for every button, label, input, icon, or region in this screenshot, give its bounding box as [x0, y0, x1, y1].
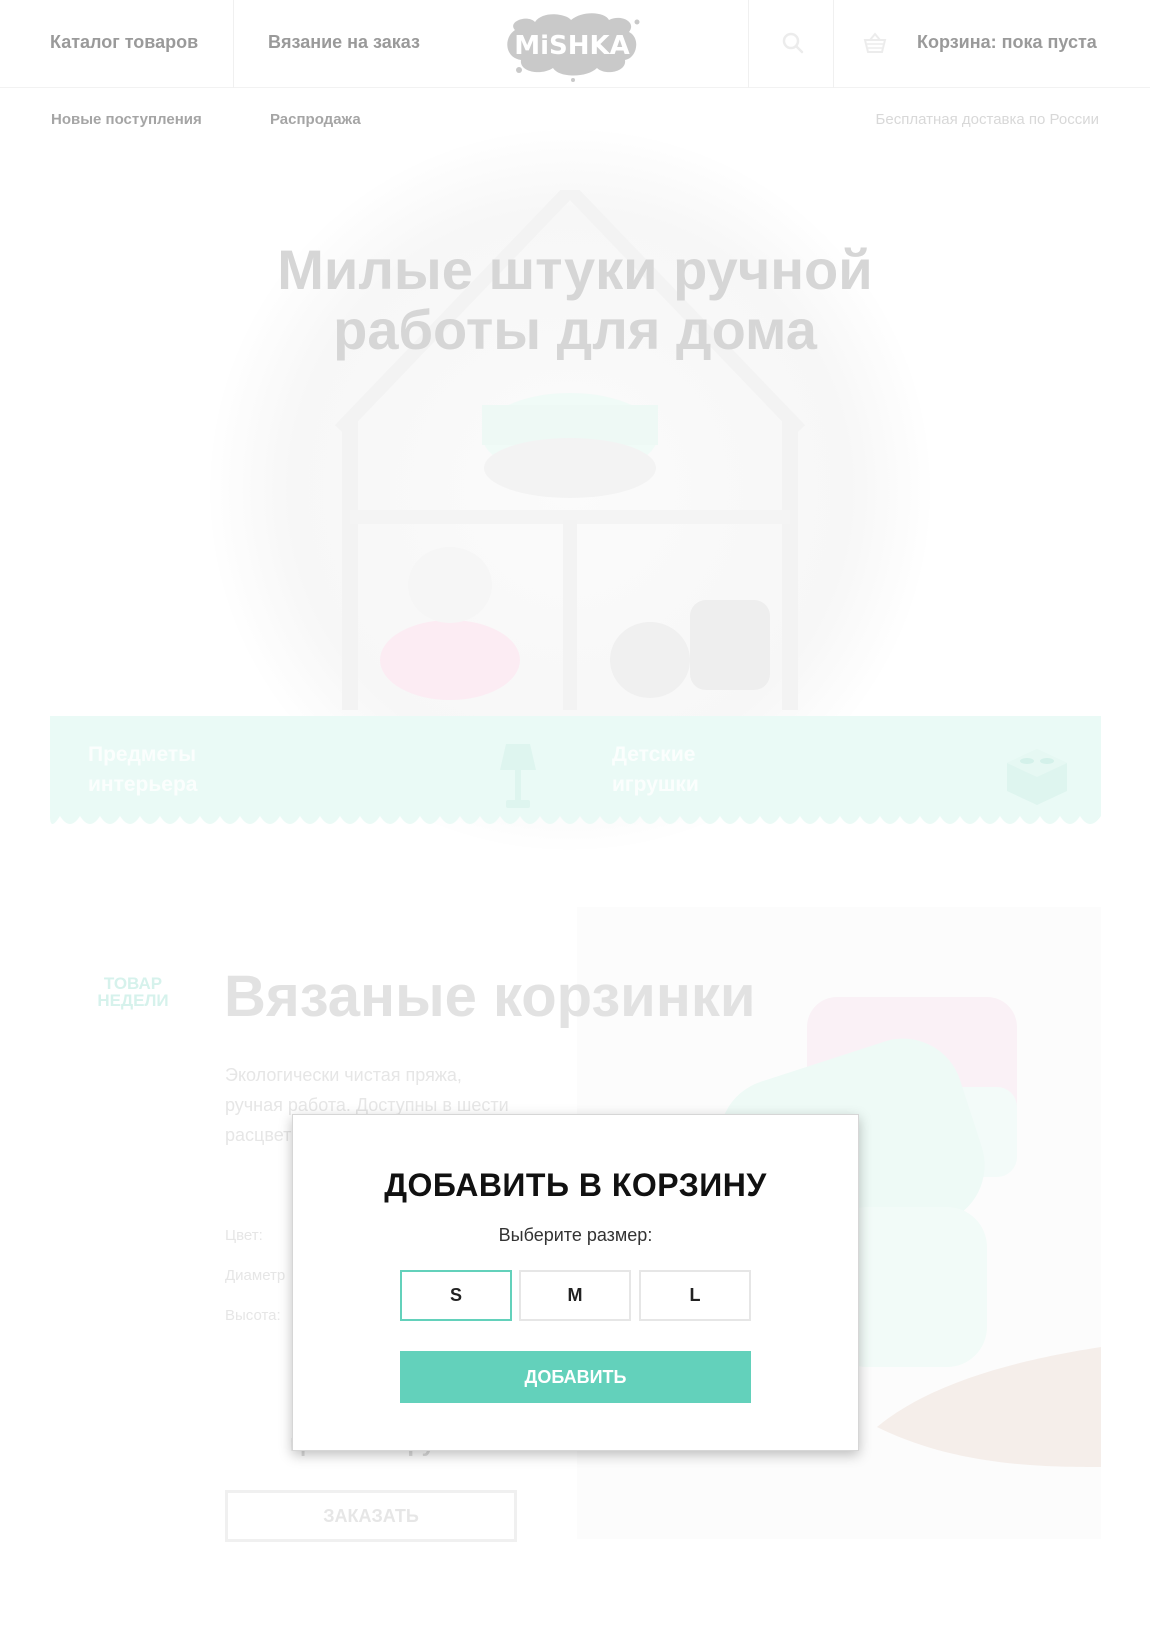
lamp-icon [498, 742, 538, 817]
badge-text: ТОВАР [103, 974, 163, 993]
category-label: Детские [612, 743, 696, 766]
categories-band [50, 716, 1101, 816]
category-toys[interactable]: Детские игрушки [612, 740, 699, 800]
cart-status-link[interactable]: Корзина: пока пуста [917, 32, 1097, 53]
header-divider [833, 0, 834, 88]
size-option-s[interactable]: S [400, 1270, 512, 1321]
delivery-notice: Бесплатная доставка по России [875, 111, 1099, 128]
header-divider [748, 0, 749, 88]
size-option-l[interactable]: L [639, 1270, 751, 1321]
product-of-week-badge: ТОВАР НЕДЕЛИ [95, 975, 171, 1009]
basket-icon[interactable] [862, 30, 888, 56]
nav-sale-link[interactable]: Распродажа [270, 111, 361, 128]
add-to-cart-modal: ДОБАВИТЬ В КОРЗИНУ Выберите размер: S M … [292, 1114, 859, 1451]
scallop-edge [50, 810, 1101, 824]
nav-custom-knitting-link[interactable]: Вязание на заказ [268, 32, 420, 53]
site-logo[interactable]: MiSHKA [497, 8, 647, 82]
logo-text: MiSHKA [514, 31, 630, 61]
order-button[interactable]: ЗАКАЗАТЬ [225, 1490, 517, 1542]
modal-title: ДОБАВИТЬ В КОРЗИНУ [384, 1167, 767, 1203]
category-label: интерьера [88, 773, 198, 796]
category-label: игрушки [612, 773, 699, 796]
category-interior[interactable]: Предметы интерьера [88, 740, 197, 800]
spec-color-label: Цвет: [225, 1227, 263, 1244]
toy-block-icon [1003, 745, 1071, 812]
hero-title-line: Милые штуки ручной [277, 238, 873, 301]
hero-title-line: работы для дома [333, 298, 817, 361]
site-header: Каталог товаров Вязание на заказ MiSHKA … [0, 0, 1150, 88]
spec-height-label: Высота: [225, 1307, 281, 1324]
modal-subtitle: Выберите размер: [498, 1225, 653, 1245]
search-icon[interactable] [780, 30, 806, 56]
nav-new-arrivals-link[interactable]: Новые поступления [51, 111, 202, 128]
spec-diameter-label: Диаметр [225, 1267, 286, 1284]
product-title: Вязаные корзинки [224, 964, 756, 1029]
add-to-cart-button[interactable]: ДОБАВИТЬ [400, 1351, 751, 1403]
nav-catalog-link[interactable]: Каталог товаров [50, 32, 198, 53]
description-line: Экологически чистая пряжа, [225, 1065, 462, 1085]
hero-title: Милые штуки ручной работы для дома [200, 240, 950, 360]
badge-text: НЕДЕЛИ [97, 991, 169, 1010]
size-option-m[interactable]: M [519, 1270, 631, 1321]
header-divider [233, 0, 234, 88]
category-label: Предметы [88, 743, 197, 766]
